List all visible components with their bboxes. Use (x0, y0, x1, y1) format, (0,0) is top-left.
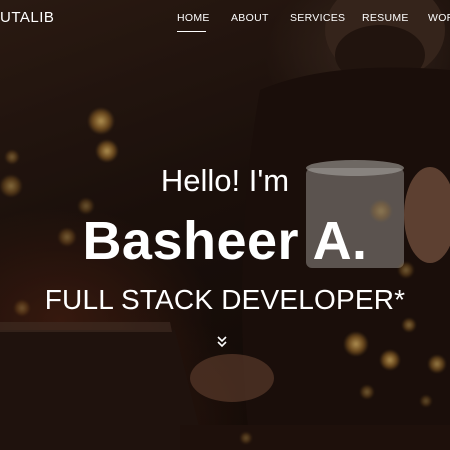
double-chevron-down-icon[interactable] (214, 335, 230, 349)
nav-about[interactable]: ABOUT (231, 12, 269, 24)
nav-home[interactable]: HOME (177, 12, 210, 24)
nav-resume[interactable]: RESUME (362, 12, 409, 24)
hero-name: Basheer A. (82, 211, 368, 271)
hero-role: FULL STACK DEVELOPER* (44, 284, 406, 315)
top-navbar: UTALIB HOME ABOUT SERVICES RESUME WOR (0, 0, 450, 38)
hero-greeting: Hello! I'm (160, 163, 290, 198)
nav-home-active-indicator (177, 31, 206, 32)
nav-services[interactable]: SERVICES (290, 12, 345, 24)
brand-logo[interactable]: UTALIB (0, 9, 54, 26)
nav-work[interactable]: WOR (428, 12, 450, 24)
